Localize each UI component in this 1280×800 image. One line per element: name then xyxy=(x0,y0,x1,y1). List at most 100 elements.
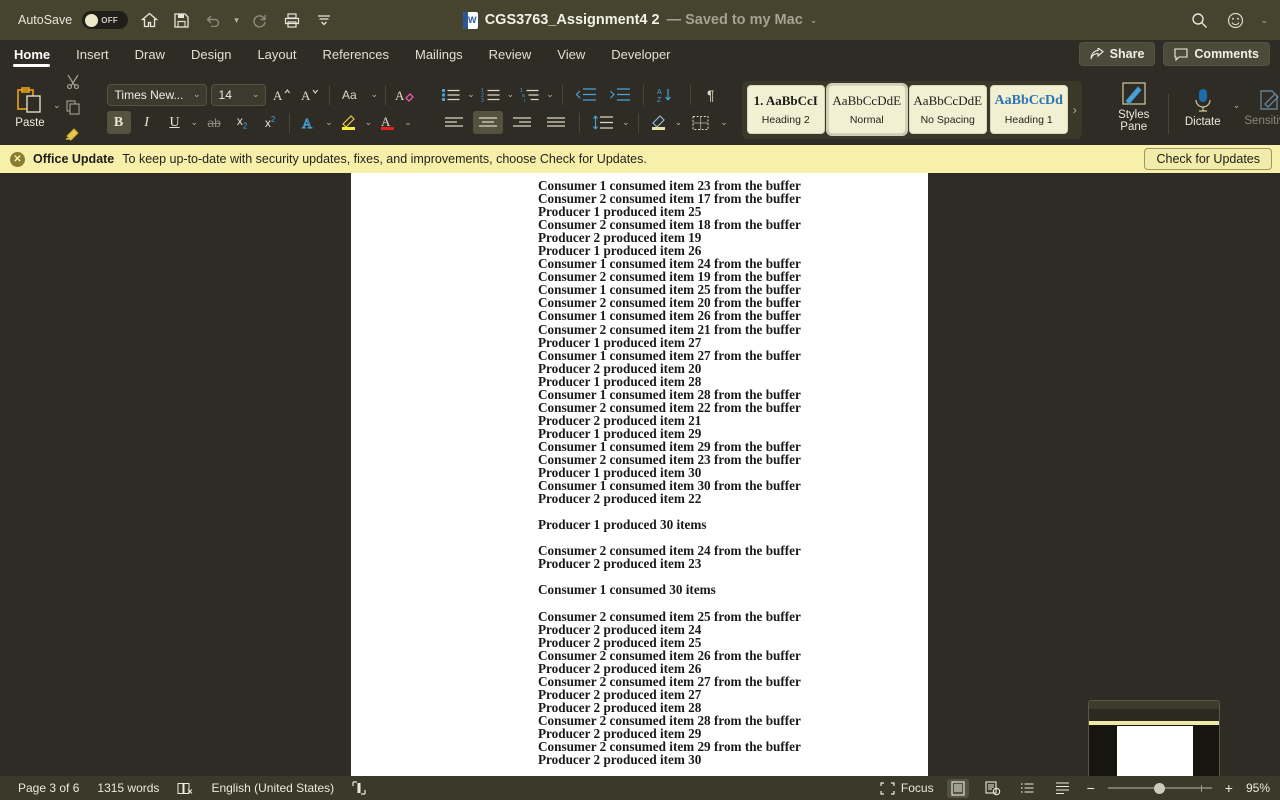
zoom-level[interactable]: 95% xyxy=(1246,781,1270,795)
numbering-chevron-down-icon[interactable]: ⌄ xyxy=(507,89,515,100)
change-case-icon[interactable]: Aa xyxy=(337,83,367,106)
align-left-icon[interactable] xyxy=(439,111,469,134)
document-body-text[interactable]: Consumer 1 consumed item 23 from the buf… xyxy=(351,173,928,766)
window-thumbnail-preview[interactable] xyxy=(1088,700,1220,788)
redo-icon[interactable] xyxy=(249,9,271,31)
web-layout-view-button[interactable] xyxy=(982,779,1004,798)
style-heading-1[interactable]: AaBbCcDd Heading 1 xyxy=(989,85,1068,134)
text-effects-icon[interactable]: A xyxy=(297,111,321,134)
multilevel-list-icon[interactable]: 1ai xyxy=(518,83,542,106)
word-count[interactable]: 1315 words xyxy=(97,781,159,795)
bold-button[interactable]: B xyxy=(106,111,131,134)
proofing-errors-icon[interactable] xyxy=(177,782,193,795)
numbering-icon[interactable]: 123 xyxy=(479,83,503,106)
undo-chevron-down-icon[interactable]: ▾ xyxy=(234,15,239,26)
clear-formatting-icon[interactable]: A xyxy=(393,83,417,106)
undo-icon[interactable] xyxy=(202,9,224,31)
tab-review[interactable]: Review xyxy=(476,41,545,67)
align-right-icon[interactable] xyxy=(507,111,537,134)
language-indicator[interactable]: English (United States) xyxy=(211,781,334,795)
bullets-chevron-down-icon[interactable]: ⌄ xyxy=(467,89,475,100)
strikethrough-button[interactable]: ab xyxy=(202,111,226,134)
text-effects-chevron-down-icon[interactable]: ⌄ xyxy=(325,117,333,128)
justify-icon[interactable] xyxy=(541,111,571,134)
highlight-chevron-down-icon[interactable]: ⌄ xyxy=(365,117,373,128)
align-center-icon[interactable] xyxy=(473,111,504,134)
tab-home[interactable]: Home xyxy=(0,41,63,67)
share-button[interactable]: Share xyxy=(1078,42,1156,66)
styles-more-icon[interactable]: › xyxy=(1071,103,1077,117)
save-icon[interactable] xyxy=(170,9,192,31)
line-spacing-icon[interactable] xyxy=(588,111,618,134)
show-formatting-marks-icon[interactable]: ¶ xyxy=(699,83,723,106)
underline-chevron-down-icon[interactable]: ⌄ xyxy=(191,117,199,128)
print-layout-view-button[interactable] xyxy=(946,778,969,798)
tab-design[interactable]: Design xyxy=(178,41,244,67)
zoom-slider[interactable] xyxy=(1107,781,1212,795)
home-icon[interactable] xyxy=(138,9,160,31)
grow-font-icon[interactable]: A xyxy=(270,83,294,106)
line-spacing-chevron-down-icon[interactable]: ⌄ xyxy=(622,117,630,128)
search-icon[interactable] xyxy=(1188,9,1210,31)
style-normal[interactable]: AaBbCcDdE Normal xyxy=(825,83,908,136)
autosave-toggle[interactable]: OFF xyxy=(82,11,129,29)
title-chevron-down-icon[interactable]: ⌄ xyxy=(810,15,818,26)
shading-chevron-down-icon[interactable]: ⌄ xyxy=(675,117,683,128)
tab-view[interactable]: View xyxy=(544,41,598,67)
tab-mailings[interactable]: Mailings xyxy=(402,41,476,67)
change-case-chevron-down-icon[interactable]: ⌄ xyxy=(371,89,379,100)
copy-icon[interactable] xyxy=(61,96,85,119)
font-color-chevron-down-icon[interactable]: ⌄ xyxy=(404,117,412,128)
paste-button[interactable]: Paste xyxy=(7,83,53,129)
tab-layout[interactable]: Layout xyxy=(244,41,309,67)
accessibility-icon[interactable] xyxy=(352,781,366,795)
underline-button[interactable]: U xyxy=(163,111,187,134)
focus-button[interactable]: Focus xyxy=(880,781,934,795)
cut-icon[interactable] xyxy=(61,70,85,93)
italic-button[interactable]: I xyxy=(135,111,159,134)
tab-references[interactable]: References xyxy=(310,41,402,67)
font-size-combo[interactable]: 14 ⌄ xyxy=(210,83,266,106)
dictate-chevron-down-icon[interactable]: ⌄ xyxy=(1233,100,1241,111)
style-preview: AaBbCcDd xyxy=(994,93,1063,108)
shrink-font-icon[interactable]: A xyxy=(298,83,322,106)
borders-chevron-down-icon[interactable]: ⌄ xyxy=(720,117,728,128)
dictate-button[interactable]: Dictate xyxy=(1173,84,1233,128)
zoom-in-button[interactable]: + xyxy=(1225,780,1233,796)
close-icon[interactable]: ✕ xyxy=(10,151,25,167)
outline-view-button[interactable] xyxy=(1017,779,1039,798)
sensitivity-button[interactable]: Sensitivity xyxy=(1240,84,1280,127)
page-indicator[interactable]: Page 3 of 6 xyxy=(18,781,79,795)
comments-button[interactable]: Comments xyxy=(1163,42,1270,66)
font-name-combo[interactable]: Times New... ⌄ xyxy=(106,83,207,106)
tab-draw[interactable]: Draw xyxy=(122,41,178,67)
print-icon[interactable] xyxy=(281,9,303,31)
customize-toolbar-icon[interactable] xyxy=(313,9,335,31)
superscript-button[interactable]: x2 xyxy=(258,111,282,134)
shading-icon[interactable] xyxy=(647,111,671,134)
document-title[interactable]: CGS3763_Assignment4 2 xyxy=(485,12,660,28)
font-color-icon[interactable]: A xyxy=(376,111,400,134)
tab-insert[interactable]: Insert xyxy=(63,41,122,67)
style-no-spacing[interactable]: AaBbCcDdE No Spacing xyxy=(908,85,987,134)
subscript-button[interactable]: x2 xyxy=(230,111,254,134)
zoom-slider-handle[interactable] xyxy=(1153,782,1165,794)
format-painter-icon[interactable] xyxy=(61,122,85,145)
borders-icon[interactable] xyxy=(686,111,716,134)
decrease-indent-icon[interactable] xyxy=(571,83,601,106)
style-heading-2[interactable]: 1. AaBbCcI Heading 2 xyxy=(746,85,825,134)
increase-indent-icon[interactable] xyxy=(605,83,635,106)
account-chevron-down-icon[interactable]: ⌄ xyxy=(1260,15,1268,26)
paste-chevron-down-icon[interactable]: ⌄ xyxy=(53,100,61,111)
zoom-out-button[interactable]: − xyxy=(1087,780,1095,796)
multilevel-chevron-down-icon[interactable]: ⌄ xyxy=(546,89,554,100)
bullets-icon[interactable] xyxy=(439,83,463,106)
sort-icon[interactable]: AZ xyxy=(652,83,682,106)
highlight-color-icon[interactable] xyxy=(337,111,361,134)
styles-pane-button[interactable]: Styles Pane xyxy=(1104,78,1164,133)
smiley-face-icon[interactable] xyxy=(1224,9,1246,31)
check-for-updates-button[interactable]: Check for Updates xyxy=(1144,148,1272,170)
draft-view-button[interactable] xyxy=(1052,779,1074,798)
document-page[interactable]: Consumer 1 consumed item 23 from the buf… xyxy=(351,173,928,776)
tab-developer[interactable]: Developer xyxy=(598,41,683,67)
